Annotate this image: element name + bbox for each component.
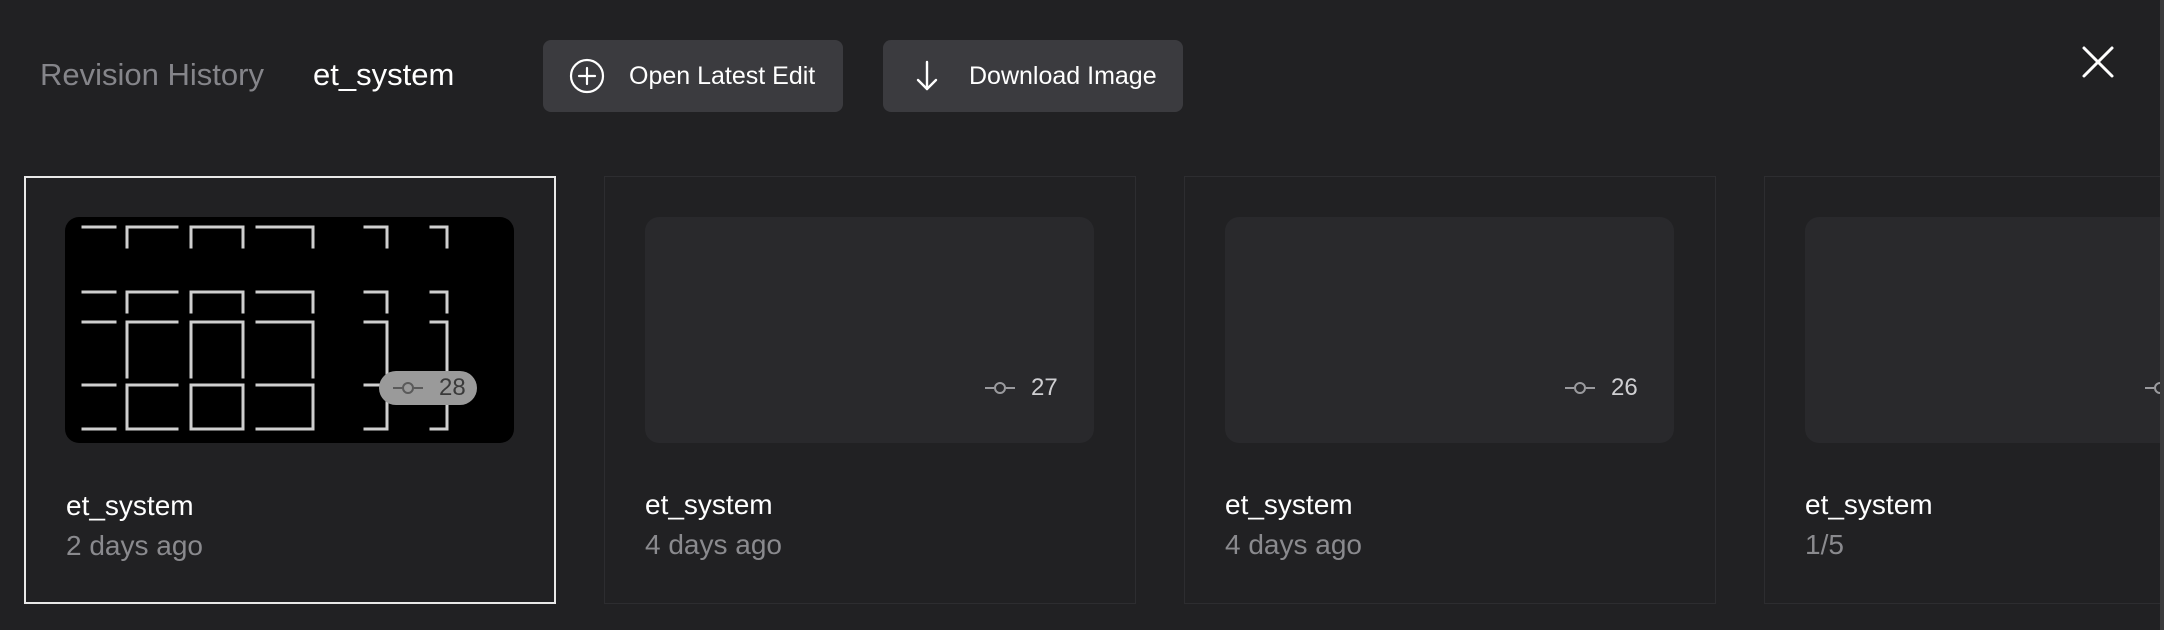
revision-card[interactable]: et_system 1/5	[1764, 176, 2160, 604]
revision-thumbnail: 28	[65, 217, 514, 443]
diagram-preview	[81, 225, 449, 431]
commit-icon	[393, 382, 423, 394]
revision-title: et_system	[1805, 489, 1933, 520]
scrollbar-edge	[2160, 0, 2164, 630]
revision-number: 27	[1031, 374, 1058, 401]
revision-badge: 27	[971, 371, 1068, 405]
revision-thumbnail: 27	[645, 217, 1094, 443]
revision-title: et_system	[1225, 489, 1353, 520]
revision-title: et_system	[645, 489, 773, 520]
revision-date: 2 days ago	[66, 530, 203, 561]
revision-card[interactable]: 27 et_system 4 days ago	[604, 176, 1136, 604]
revision-number: 28	[439, 374, 466, 401]
revision-title: et_system	[66, 490, 194, 521]
revision-badge	[2131, 371, 2160, 405]
revision-thumbnail	[1805, 217, 2160, 443]
revision-list: 28 et_system 2 days ago 27 et_system 4 d…	[0, 0, 2160, 630]
revision-number: 26	[1611, 374, 1638, 401]
revision-card[interactable]: 26 et_system 4 days ago	[1184, 176, 1716, 604]
commit-icon	[1565, 382, 1595, 394]
revision-date: 4 days ago	[1225, 529, 1362, 560]
revision-card[interactable]: 28 et_system 2 days ago	[24, 176, 556, 604]
commit-icon	[2145, 382, 2160, 394]
commit-icon	[985, 382, 1015, 394]
revision-badge: 28	[379, 371, 477, 405]
revision-date: 4 days ago	[645, 529, 782, 560]
revision-date: 1/5	[1805, 529, 1844, 560]
revision-badge: 26	[1551, 371, 1648, 405]
revision-thumbnail: 26	[1225, 217, 1674, 443]
